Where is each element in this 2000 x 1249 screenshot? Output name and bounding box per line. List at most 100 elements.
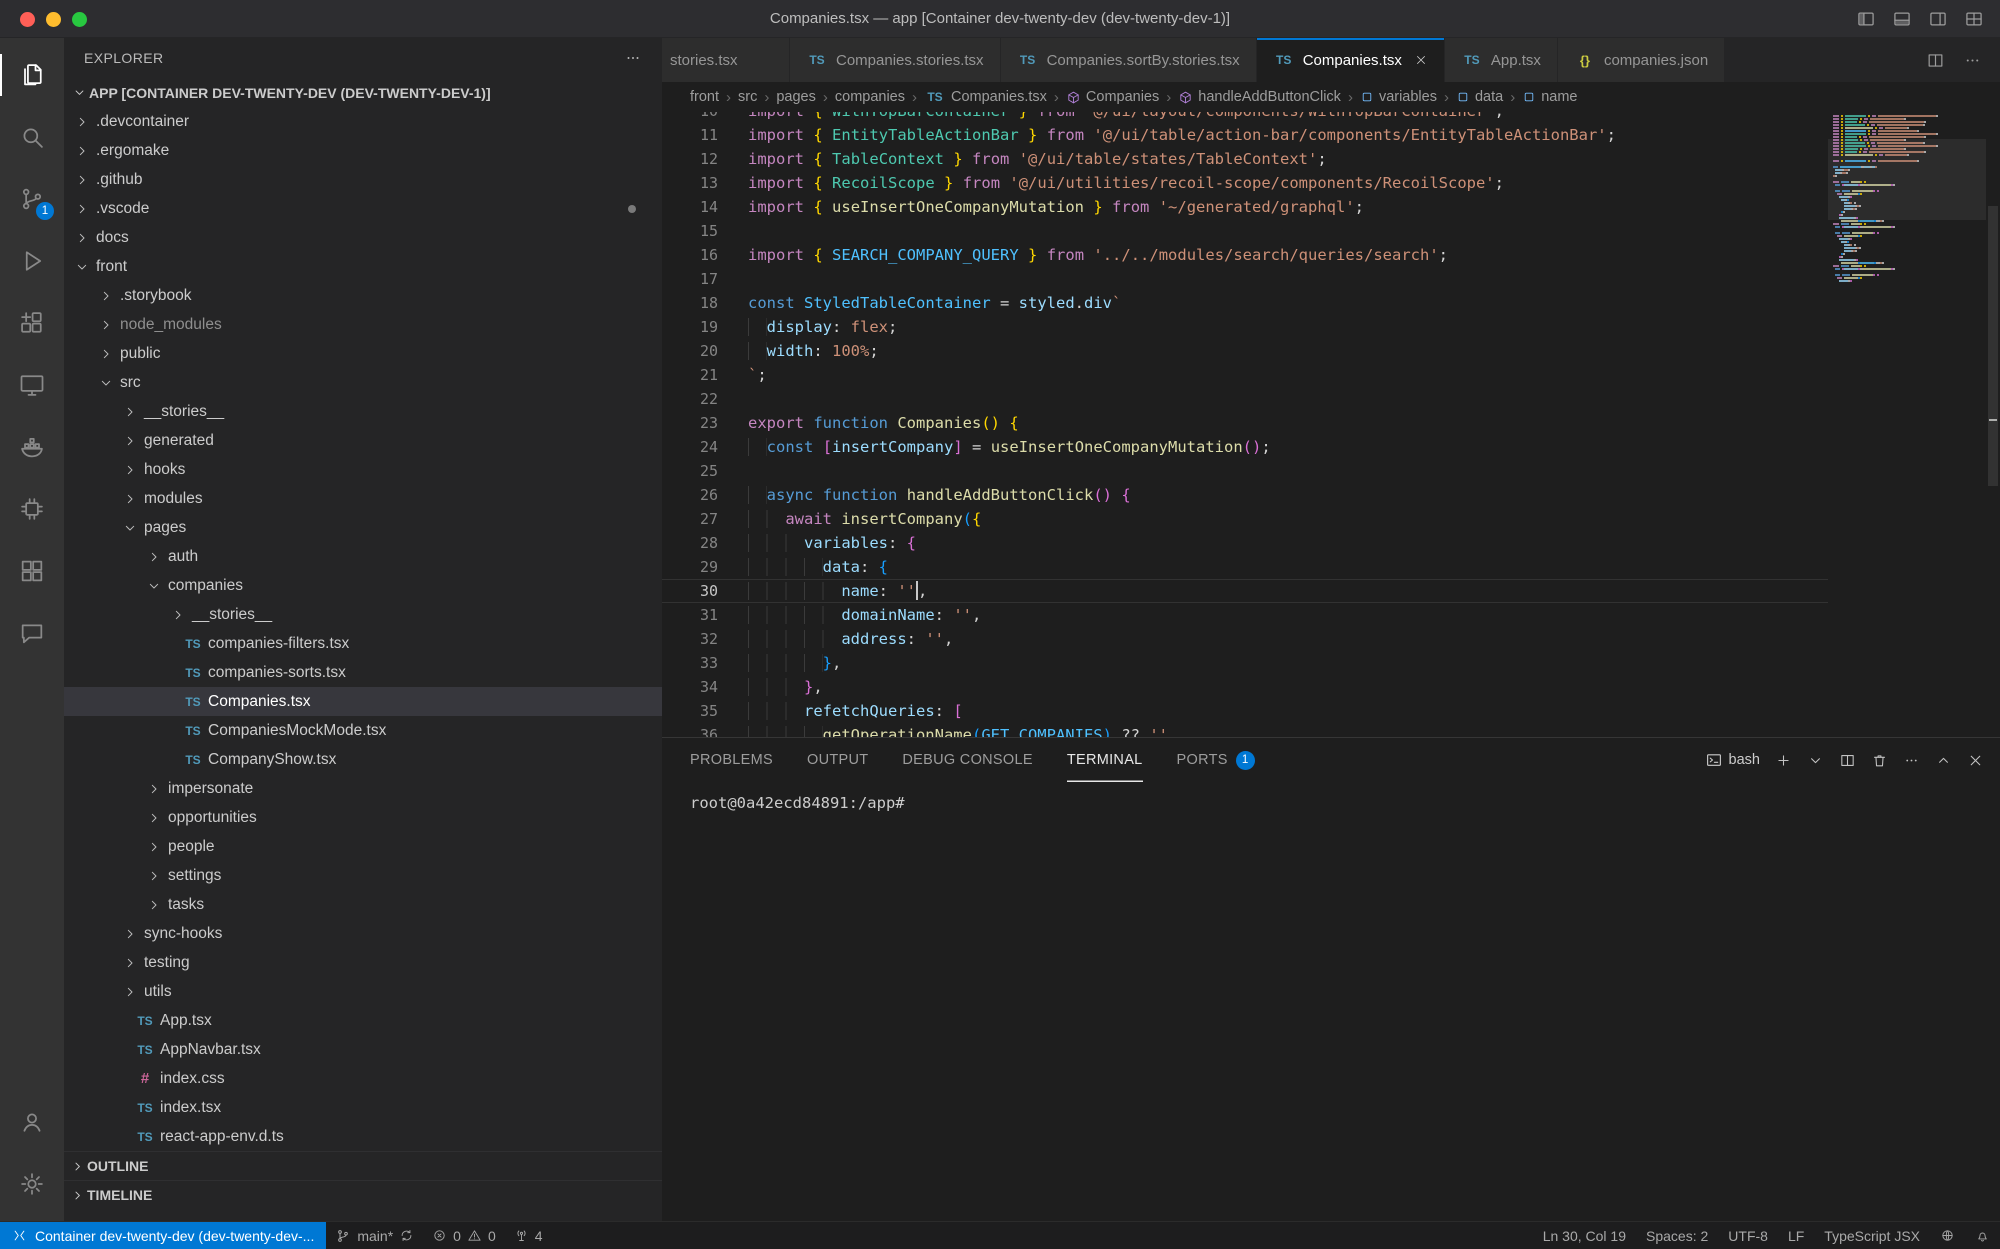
code-line-29[interactable]: 29 data: { (662, 555, 1828, 579)
code-line-11[interactable]: 11import { EntityTableActionBar } from '… (662, 123, 1828, 147)
code-line-34[interactable]: 34 }, (662, 675, 1828, 699)
notifications-item[interactable] (1965, 1222, 2000, 1249)
code-line-12[interactable]: 12import { TableContext } from '@/ui/tab… (662, 147, 1828, 171)
editor-more-actions-button[interactable] (1963, 51, 1982, 70)
breadcrumb-companies[interactable]: companies (835, 89, 905, 105)
tree-item-companies-filters-tsx[interactable]: TScompanies-filters.tsx (64, 629, 662, 658)
language-mode-indicator[interactable]: TypeScript JSX (1814, 1222, 1930, 1249)
tab-companies-sortby-stories-tsx[interactable]: TSCompanies.sortBy.stories.tsx (1001, 38, 1257, 82)
breadcrumb-src[interactable]: src (738, 89, 757, 105)
tab-stories-tsx[interactable]: stories.tsx (662, 38, 790, 82)
tree-item-sync-hooks[interactable]: sync-hooks (64, 919, 662, 948)
eol-indicator[interactable]: LF (1778, 1222, 1814, 1249)
editor[interactable]: 10import { WithTopBarContainer } from '@… (662, 112, 2000, 737)
tree-item-testing[interactable]: testing (64, 948, 662, 977)
problems-indicator[interactable]: 00 (423, 1222, 505, 1249)
panel-tab-output[interactable]: OUTPUT (807, 738, 868, 782)
breadcrumb-front[interactable]: front (690, 89, 719, 105)
panel-tab-debug-console[interactable]: DEBUG CONSOLE (902, 738, 1032, 782)
remote-status-icon-item[interactable] (1930, 1222, 1965, 1249)
section-timeline[interactable]: TIMELINE (64, 1180, 662, 1209)
tree-item-app-tsx[interactable]: TSApp.tsx (64, 1006, 662, 1035)
tab-app-tsx[interactable]: TSApp.tsx (1445, 38, 1558, 82)
tab-companies-tsx[interactable]: TSCompanies.tsx (1257, 38, 1445, 82)
code-line-36[interactable]: 36 getOperationName(GET_COMPANIES) ?? ''… (662, 723, 1828, 737)
tree-item-companies-sorts-tsx[interactable]: TScompanies-sorts.tsx (64, 658, 662, 687)
tree-item-github[interactable]: .github (64, 165, 662, 194)
code-line-25[interactable]: 25 (662, 459, 1828, 483)
activity-explorer[interactable] (0, 44, 64, 106)
editor-scrollbar[interactable] (1986, 112, 2000, 737)
code-line-16[interactable]: 16import { SEARCH_COMPANY_QUERY } from '… (662, 243, 1828, 267)
terminal-output[interactable]: root@0a42ecd84891:/app# (662, 782, 2000, 812)
tree-item-generated[interactable]: generated (64, 426, 662, 455)
panel-more-actions-button[interactable] (1903, 752, 1920, 769)
tree-item-front[interactable]: front (64, 252, 662, 281)
code-line-13[interactable]: 13import { RecoilScope } from '@/ui/util… (662, 171, 1828, 195)
indentation-indicator[interactable]: Spaces: 2 (1636, 1222, 1718, 1249)
code-line-19[interactable]: 19 display: flex; (662, 315, 1828, 339)
code-line-23[interactable]: 23export function Companies() { (662, 411, 1828, 435)
tree-item-companies-tsx[interactable]: TSCompanies.tsx (64, 687, 662, 716)
activity-settings[interactable] (0, 1153, 64, 1215)
code-line-14[interactable]: 14import { useInsertOneCompanyMutation }… (662, 195, 1828, 219)
code-line-32[interactable]: 32 address: '', (662, 627, 1828, 651)
activity-docker[interactable] (0, 416, 64, 478)
workspace-section-header[interactable]: APP [CONTAINER DEV-TWENTY-DEV (DEV-TWENT… (64, 78, 662, 107)
code-line-15[interactable]: 15 (662, 219, 1828, 243)
code-line-27[interactable]: 27 await insertCompany({ (662, 507, 1828, 531)
breadcrumb-companies-tsx[interactable]: TSCompanies.tsx (924, 89, 1047, 105)
code-line-17[interactable]: 17 (662, 267, 1828, 291)
tree-item-react-app-env-d-ts[interactable]: TSreact-app-env.d.ts (64, 1122, 662, 1151)
tree-item-utils[interactable]: utils (64, 977, 662, 1006)
tree-item-settings[interactable]: settings (64, 861, 662, 890)
panel-tab-ports[interactable]: PORTS1 (1177, 738, 1255, 782)
terminal-shell-selector[interactable]: bash (1705, 751, 1760, 769)
tree-item-auth[interactable]: auth (64, 542, 662, 571)
terminal-profile-dropdown-button[interactable] (1807, 752, 1824, 769)
code-line-31[interactable]: 31 domainName: '', (662, 603, 1828, 627)
code-line-21[interactable]: 21`; (662, 363, 1828, 387)
breadcrumb-pages[interactable]: pages (776, 89, 816, 105)
code-line-35[interactable]: 35 refetchQueries: [ (662, 699, 1828, 723)
tree-item-node-modules[interactable]: node_modules (64, 310, 662, 339)
new-terminal-button[interactable] (1775, 752, 1792, 769)
close-tab-button[interactable] (1414, 53, 1428, 67)
activity-comments[interactable] (0, 602, 64, 664)
tree-item-stories[interactable]: __stories__ (64, 397, 662, 426)
code-line-26[interactable]: 26 async function handleAddButtonClick()… (662, 483, 1828, 507)
tree-item-docs[interactable]: docs (64, 223, 662, 252)
activity-dev-containers[interactable] (0, 478, 64, 540)
code-line-18[interactable]: 18const StyledTableContainer = styled.di… (662, 291, 1828, 315)
split-editor-button[interactable] (1926, 51, 1945, 70)
kill-terminal-button[interactable] (1871, 752, 1888, 769)
cursor-position-indicator[interactable]: Ln 30, Col 19 (1533, 1222, 1636, 1249)
maximize-panel-button[interactable] (1935, 752, 1952, 769)
toggle-primary-sidebar-button[interactable] (1856, 9, 1876, 29)
close-window-button[interactable] (20, 12, 35, 27)
section-outline[interactable]: OUTLINE (64, 1151, 662, 1180)
forwarded-ports-indicator[interactable]: 4 (505, 1222, 552, 1249)
explorer-more-actions[interactable] (624, 49, 642, 67)
branch-indicator[interactable]: main* (326, 1222, 423, 1249)
minimize-window-button[interactable] (46, 12, 61, 27)
activity-accounts[interactable] (0, 1091, 64, 1153)
breadcrumb-data[interactable]: data (1456, 89, 1503, 105)
tree-item-companies[interactable]: companies (64, 571, 662, 600)
tab-companies-json[interactable]: {}companies.json (1558, 38, 1725, 82)
tree-item-storybook[interactable]: .storybook (64, 281, 662, 310)
tree-item-impersonate[interactable]: impersonate (64, 774, 662, 803)
tree-item-index-css[interactable]: #index.css (64, 1064, 662, 1093)
tree-item-tasks[interactable]: tasks (64, 890, 662, 919)
tree-item-people[interactable]: people (64, 832, 662, 861)
scrollbar-thumb[interactable] (1988, 206, 1998, 486)
tree-item-index-tsx[interactable]: TSindex.tsx (64, 1093, 662, 1122)
activity-kubernetes[interactable] (0, 540, 64, 602)
tree-item-vscode[interactable]: .vscode (64, 194, 662, 223)
tree-item-companiesmockmode-tsx[interactable]: TSCompaniesMockMode.tsx (64, 716, 662, 745)
code-line-20[interactable]: 20 width: 100%; (662, 339, 1828, 363)
minimap[interactable] (1828, 112, 1986, 737)
code-line-30[interactable]: 30 name: '', (662, 579, 1828, 603)
breadcrumb-variables[interactable]: variables (1360, 89, 1437, 105)
toggle-panel-button[interactable] (1892, 9, 1912, 29)
